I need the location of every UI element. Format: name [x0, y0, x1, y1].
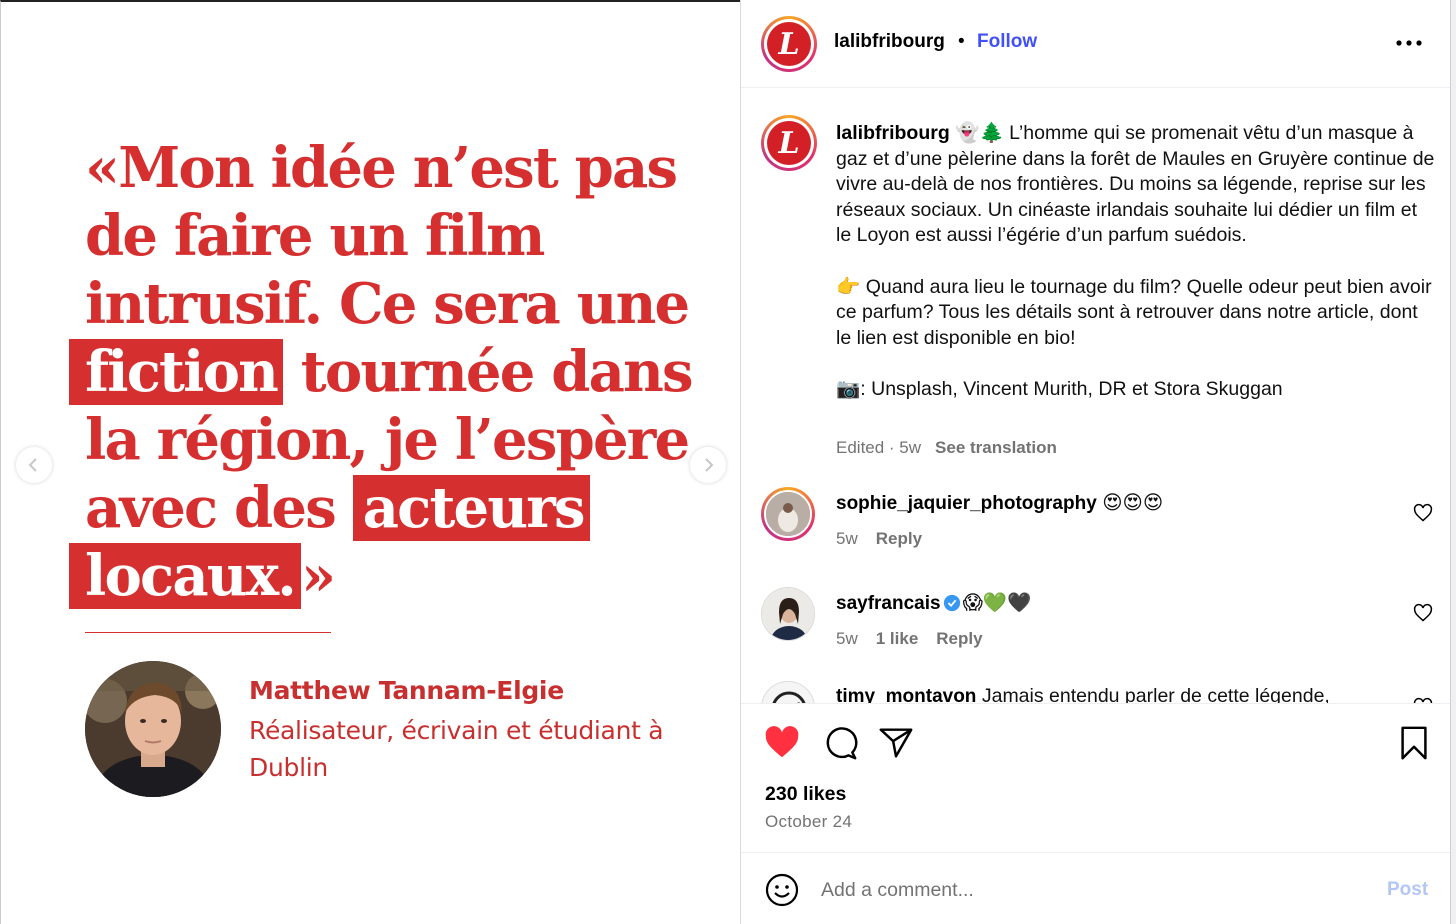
account-avatar[interactable]: L	[761, 16, 817, 72]
caption-username[interactable]: lalibfribourg	[836, 122, 950, 144]
comment-username[interactable]: timy_montavon	[836, 686, 976, 703]
chevron-left-icon	[28, 458, 37, 472]
comment-body: 😍😍😍	[1102, 492, 1164, 514]
header-username[interactable]: lalibfribourg	[834, 31, 945, 53]
comment-item: timy_montavon Jamais entendu parler de c…	[741, 681, 1451, 703]
next-slide-button[interactable]	[690, 447, 726, 483]
caption-avatar[interactable]: L	[761, 115, 817, 171]
see-translation-button[interactable]: See translation	[935, 438, 1057, 457]
caption-paragraph-3: 📷: Unsplash, Vincent Murith, DR et Stora…	[836, 377, 1283, 400]
post-comment-button[interactable]: Post	[1387, 879, 1428, 901]
quote-line-text: intrusif. Ce sera une	[85, 271, 690, 337]
comment-text: sayfrancais 😱💚🖤	[836, 591, 1031, 615]
comment-age: 5w	[836, 529, 858, 548]
caption-paragraph-2: 👉 Quand aura lieu le tournage du film? Q…	[836, 275, 1432, 349]
separator-dot: •	[958, 31, 965, 52]
edited-timestamp: Edited · 5w	[836, 438, 922, 457]
emoji-icon[interactable]	[764, 872, 800, 908]
quote-highlight: acteurs	[352, 475, 590, 541]
caption-emojis: 👻🌲	[955, 122, 1004, 144]
quote-line: la région, je l’espère	[85, 406, 705, 474]
quote-line-text: la région, je l’espère	[85, 407, 690, 473]
quote-highlight: fiction	[69, 339, 284, 405]
quote-line: locaux.»	[69, 542, 705, 610]
like-comment-icon[interactable]	[1413, 603, 1433, 623]
comment-meta: 5w Reply	[836, 529, 940, 549]
comment-likes-link[interactable]: 1 like	[876, 629, 919, 648]
add-comment-bar: Post	[741, 852, 1451, 924]
comment-body: 😱💚🖤	[962, 592, 1032, 614]
previous-slide-button[interactable]	[16, 447, 52, 483]
author-photo	[85, 661, 221, 797]
reply-button[interactable]: Reply	[876, 529, 922, 548]
like-comment-icon[interactable]	[1413, 503, 1433, 523]
comment-text: sophie_jaquier_photography 😍😍😍	[836, 491, 1163, 515]
window-edge	[1450, 0, 1456, 924]
author-role: Réalisateur, écrivain et étudiant à Dubl…	[249, 716, 664, 782]
quote-line-text: de faire un film	[85, 203, 545, 269]
share-icon[interactable]	[877, 724, 915, 762]
comment-body: Jamais entendu parler de cette légende,	[981, 685, 1330, 703]
quote-text: «Mon idée n’est pas de faire un film int…	[69, 134, 705, 610]
comments-scroll-area[interactable]: L lalibfribourg 👻🌲 L’homme qui se promen…	[741, 89, 1451, 703]
logo-letter: L	[767, 22, 811, 66]
commenter-avatar[interactable]	[761, 487, 815, 541]
chevron-right-icon	[705, 458, 714, 472]
quote-line-text: avec des	[85, 475, 353, 541]
quote-line: intrusif. Ce sera une	[85, 270, 705, 338]
caption-text: lalibfribourg 👻🌲 L’homme qui se promenai…	[836, 121, 1436, 403]
comment-text: timy_montavon Jamais entendu parler de c…	[836, 685, 1330, 703]
comment-item: sayfrancais 😱💚🖤 5w 1 like Reply	[741, 587, 1451, 667]
commenter-avatar[interactable]	[761, 681, 815, 703]
quote-line: «Mon idée n’est pas	[85, 134, 705, 202]
follow-button[interactable]: Follow	[977, 31, 1037, 53]
author-name: Matthew Tannam-Elgie	[249, 676, 564, 705]
comment-item: sophie_jaquier_photography 😍😍😍 5w Reply	[741, 487, 1451, 567]
quote-highlight: locaux.	[69, 543, 302, 609]
more-options-icon[interactable]	[1389, 30, 1429, 56]
caption-meta: Edited · 5w See translation	[836, 438, 1057, 458]
post-date: October 24	[765, 812, 853, 831]
quote-line: avec des acteurs	[85, 474, 705, 542]
reply-button[interactable]: Reply	[936, 629, 982, 648]
post-image-slide: «Mon idée n’est pas de faire un film int…	[0, 0, 740, 924]
quote-line: de faire un film	[85, 202, 705, 270]
divider-rule	[85, 632, 331, 633]
bookmark-icon[interactable]	[1395, 724, 1433, 762]
comment-username[interactable]: sophie_jaquier_photography	[836, 493, 1097, 514]
post-actions: 230 likes October 24	[741, 703, 1451, 853]
comment-input[interactable]	[821, 875, 1361, 905]
quote-line: fiction tournée dans	[69, 338, 705, 406]
likes-count[interactable]: 230 likes	[765, 783, 846, 806]
comment-username[interactable]: sayfrancais	[836, 593, 941, 614]
comment-icon[interactable]	[821, 724, 859, 762]
comment-meta: 5w 1 like Reply	[836, 629, 1001, 649]
commenter-avatar[interactable]	[761, 587, 815, 641]
verified-badge-icon	[943, 594, 960, 612]
heart-icon[interactable]	[763, 724, 801, 762]
quote-line-text: »	[301, 543, 336, 609]
comment-age: 5w	[836, 629, 858, 648]
post-header: L lalibfribourg • Follow	[741, 0, 1451, 88]
quote-line-text: tournée dans	[283, 339, 694, 405]
quote-line-text: «Mon idée n’est pas	[85, 135, 678, 201]
post-panel: L lalibfribourg • Follow L lalibfribourg…	[740, 0, 1451, 924]
logo-letter: L	[767, 121, 811, 165]
